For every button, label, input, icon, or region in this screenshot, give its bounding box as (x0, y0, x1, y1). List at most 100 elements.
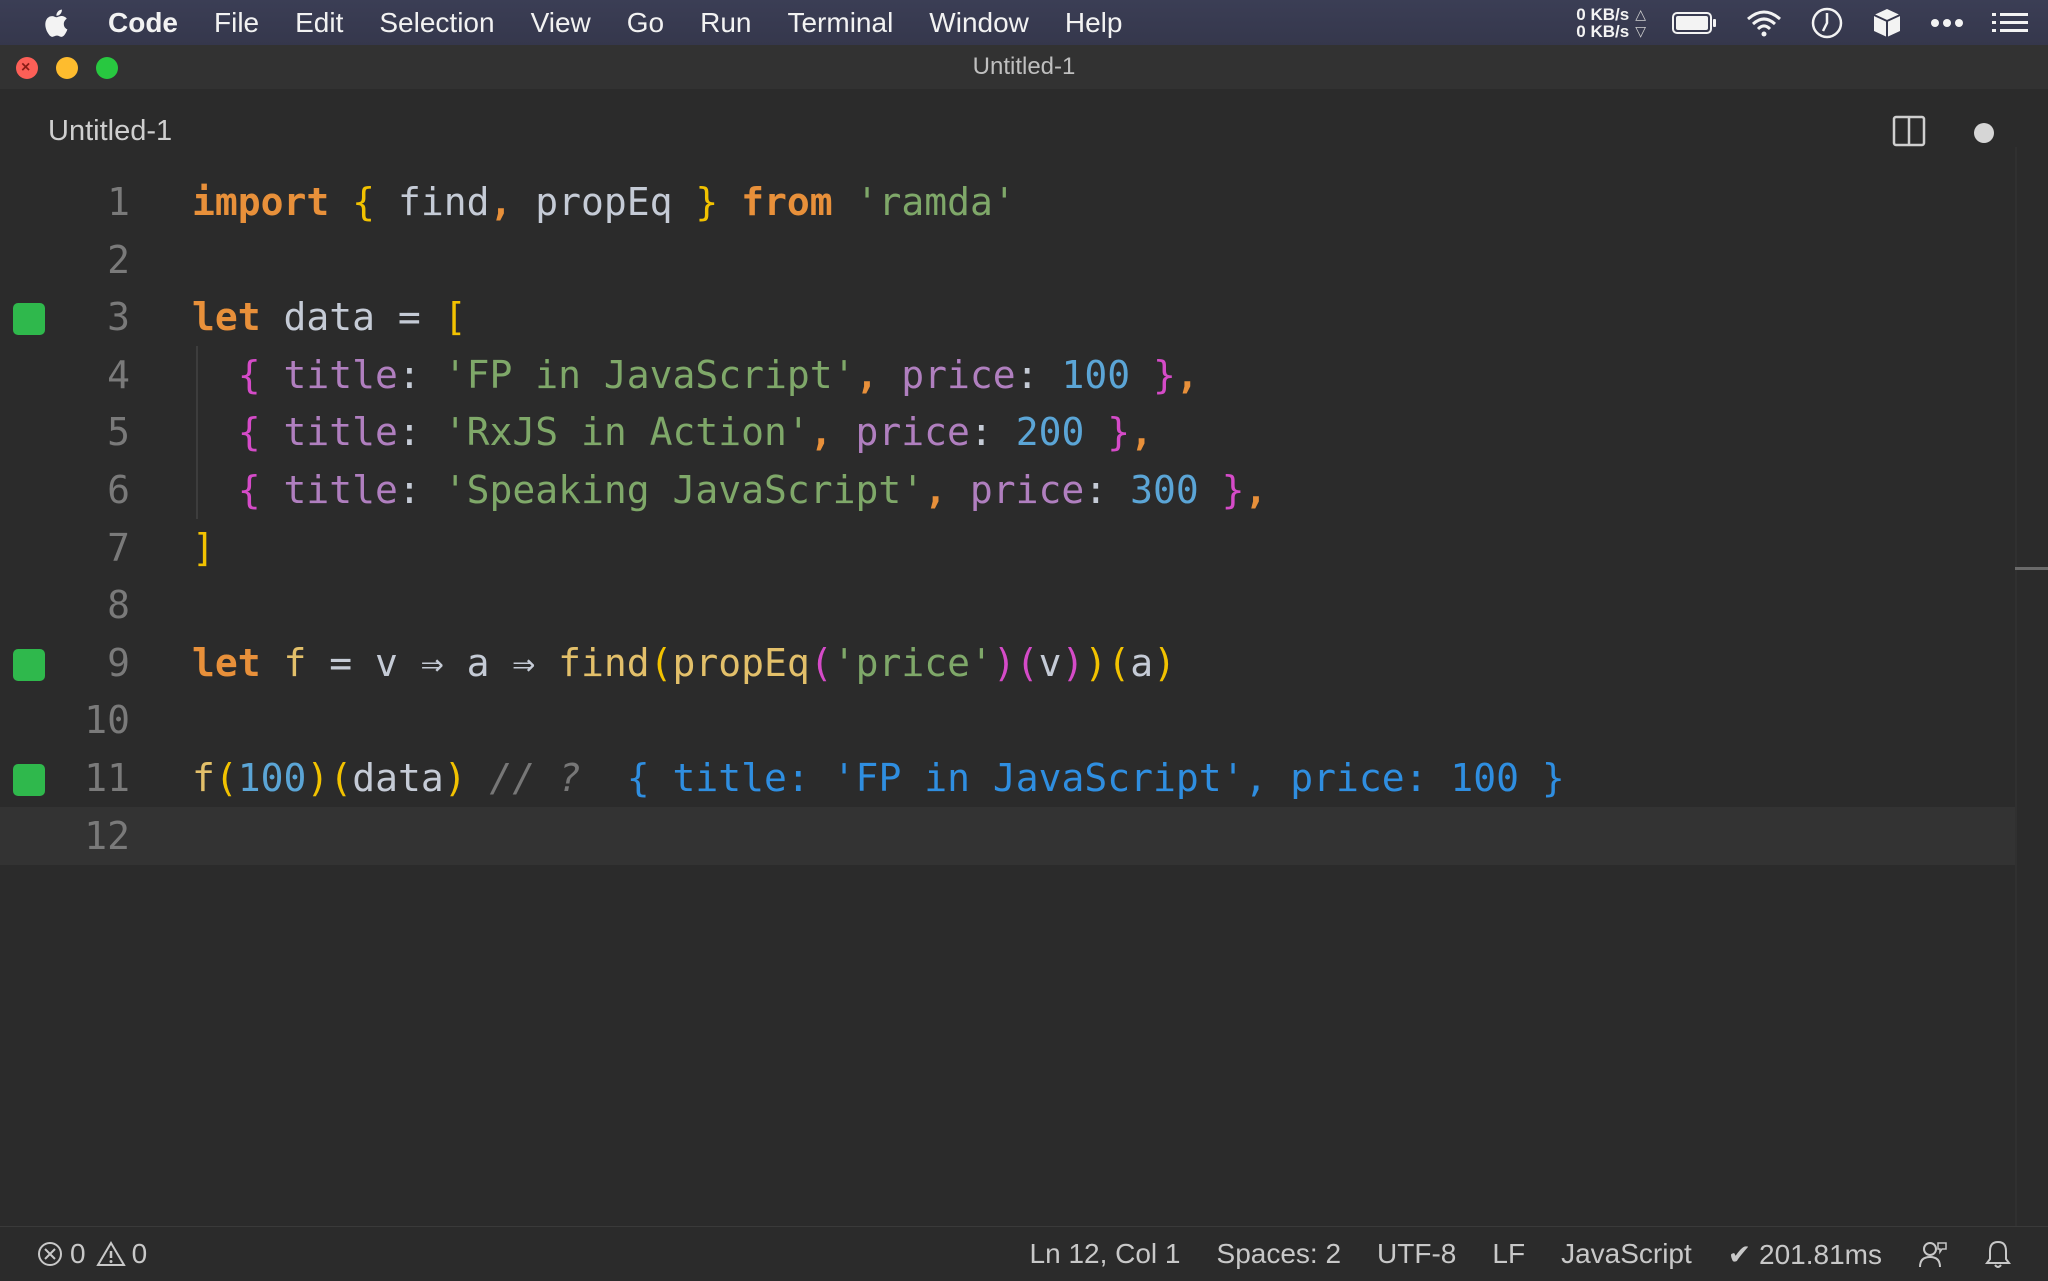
warnings-indicator[interactable]: 0 (95, 1238, 148, 1270)
code-line[interactable]: 9 let f = v ⇒ a ⇒ find(propEq('price')(v)… (0, 634, 2015, 692)
file-encoding[interactable]: UTF-8 (1377, 1238, 1456, 1270)
line-number[interactable]: 2 (60, 231, 130, 289)
code-token: ( (214, 756, 238, 800)
code-token: = (397, 295, 421, 340)
download-arrow-icon: ▽ (1635, 22, 1646, 39)
menu-edit[interactable]: Edit (295, 7, 343, 39)
code-token: data (352, 756, 444, 800)
code-line[interactable]: 11 f(100)(data) // ? { title: 'FP in Java… (0, 749, 2015, 807)
code-token: a (1130, 640, 1154, 685)
quokka-timing[interactable]: ✔ 201.81ms (1728, 1238, 1882, 1271)
menu-window[interactable]: Window (929, 7, 1029, 39)
cube-icon[interactable] (1872, 7, 1902, 39)
code-editor[interactable]: 1 import { find, propEq } from 'ramda' 2 3 l… (0, 147, 2048, 1227)
code-token: a (443, 640, 513, 685)
code-token: find (558, 640, 650, 685)
code-token: 'RxJS in Action' (443, 410, 810, 455)
code-token: ) (306, 756, 330, 800)
code-token: ( (1015, 640, 1039, 685)
code-token: 'FP in JavaScript' (443, 352, 856, 397)
code-line[interactable]: 2 (0, 231, 2015, 289)
code-token: : (397, 352, 444, 397)
unsaved-changes-dot[interactable] (1974, 123, 1994, 143)
menu-run[interactable]: Run (700, 7, 751, 39)
list-icon[interactable] (1992, 11, 2028, 35)
code-token: 'Speaking JavaScript' (443, 468, 925, 512)
menu-terminal[interactable]: Terminal (787, 7, 893, 39)
code-token: } (1107, 410, 1131, 455)
menu-go[interactable]: Go (627, 7, 664, 39)
code-token: f (192, 756, 215, 800)
line-number[interactable]: 12 (60, 807, 130, 865)
code-token: ( (1107, 640, 1131, 685)
feedback-icon[interactable] (1918, 1239, 1948, 1269)
code-token: title (283, 352, 398, 397)
warning-count: 0 (131, 1238, 148, 1269)
cursor-position[interactable]: Ln 12, Col 1 (1030, 1238, 1181, 1270)
menu-help[interactable]: Help (1065, 7, 1123, 39)
code-line[interactable]: 4 { title: 'FP in JavaScript', price: 10… (0, 345, 2015, 404)
line-number[interactable]: 5 (60, 403, 130, 461)
battery-icon[interactable] (1672, 11, 1718, 35)
notifications-bell-icon[interactable] (1984, 1239, 2012, 1269)
code-line[interactable]: 1 import { find, propEq } from 'ramda' (0, 173, 2015, 231)
status-bar: 0 0 Ln 12, Col 1 Spaces: 2 UTF-8 LF Java… (0, 1226, 2048, 1281)
code-token: : (1015, 352, 1062, 397)
code-token: propEq (512, 180, 696, 224)
line-number[interactable]: 6 (60, 461, 130, 519)
line-number[interactable]: 10 (60, 691, 130, 749)
network-speed[interactable]: 0 KB/s 0 KB/s (1576, 6, 1629, 40)
code-token: let (192, 295, 261, 340)
line-number[interactable]: 11 (60, 749, 130, 807)
code-line[interactable]: 12 (0, 806, 2015, 865)
split-editor-icon[interactable] (1892, 115, 1926, 147)
code-token: 'ramda' (855, 180, 1016, 224)
code-line[interactable]: 3 let data = [ (0, 288, 2015, 346)
line-number[interactable]: 1 (60, 173, 130, 231)
code-token: { (237, 468, 261, 512)
code-line[interactable]: 8 (0, 576, 2015, 634)
code-token: 100 (1061, 352, 1131, 397)
apple-icon[interactable] (40, 7, 70, 39)
menu-view[interactable]: View (531, 7, 591, 39)
window-titlebar[interactable]: × Untitled-1 (0, 45, 2048, 90)
tab-untitled-1[interactable]: Untitled-1 (48, 115, 172, 148)
code-line[interactable]: 10 (0, 691, 2015, 749)
clock-icon[interactable] (1810, 6, 1844, 40)
code-line[interactable]: 7] (0, 519, 2015, 577)
menu-app-name[interactable]: Code (108, 7, 178, 39)
line-number[interactable]: 9 (60, 634, 130, 692)
line-number[interactable]: 4 (60, 346, 130, 404)
language-mode[interactable]: JavaScript (1561, 1238, 1692, 1270)
editor-scrollbar-track[interactable] (2015, 147, 2017, 1227)
end-of-line[interactable]: LF (1492, 1238, 1525, 1270)
editor-scrollbar-marker[interactable] (2015, 567, 2048, 570)
problems-indicator[interactable]: 0 (36, 1238, 86, 1270)
code-token: : (397, 410, 444, 455)
code-token: price (901, 352, 1016, 397)
indentation-setting[interactable]: Spaces: 2 (1217, 1238, 1342, 1270)
execution-marker-icon[interactable] (13, 648, 45, 681)
wifi-icon[interactable] (1746, 9, 1782, 37)
execution-marker-icon[interactable] (13, 764, 45, 796)
code-token: : (1084, 468, 1131, 512)
code-line[interactable]: 6 { title: 'Speaking JavaScript', price:… (0, 461, 2015, 519)
menu-selection[interactable]: Selection (379, 7, 494, 39)
code-token: } (1152, 352, 1176, 397)
code-token: propEq (672, 640, 810, 685)
code-token: 200 (1015, 410, 1085, 455)
line-number[interactable]: 7 (60, 519, 130, 577)
execution-marker-icon[interactable] (13, 303, 45, 336)
code-token: import (192, 180, 330, 224)
line-number[interactable]: 8 (60, 576, 130, 634)
line-number[interactable]: 3 (60, 288, 130, 346)
code-line[interactable]: 5 { title: 'RxJS in Action', price: 200 … (0, 403, 2015, 462)
code-text: import { find, propEq } from 'ramda' (192, 173, 1016, 231)
menu-file[interactable]: File (214, 7, 259, 39)
more-icon[interactable] (1930, 18, 1964, 28)
